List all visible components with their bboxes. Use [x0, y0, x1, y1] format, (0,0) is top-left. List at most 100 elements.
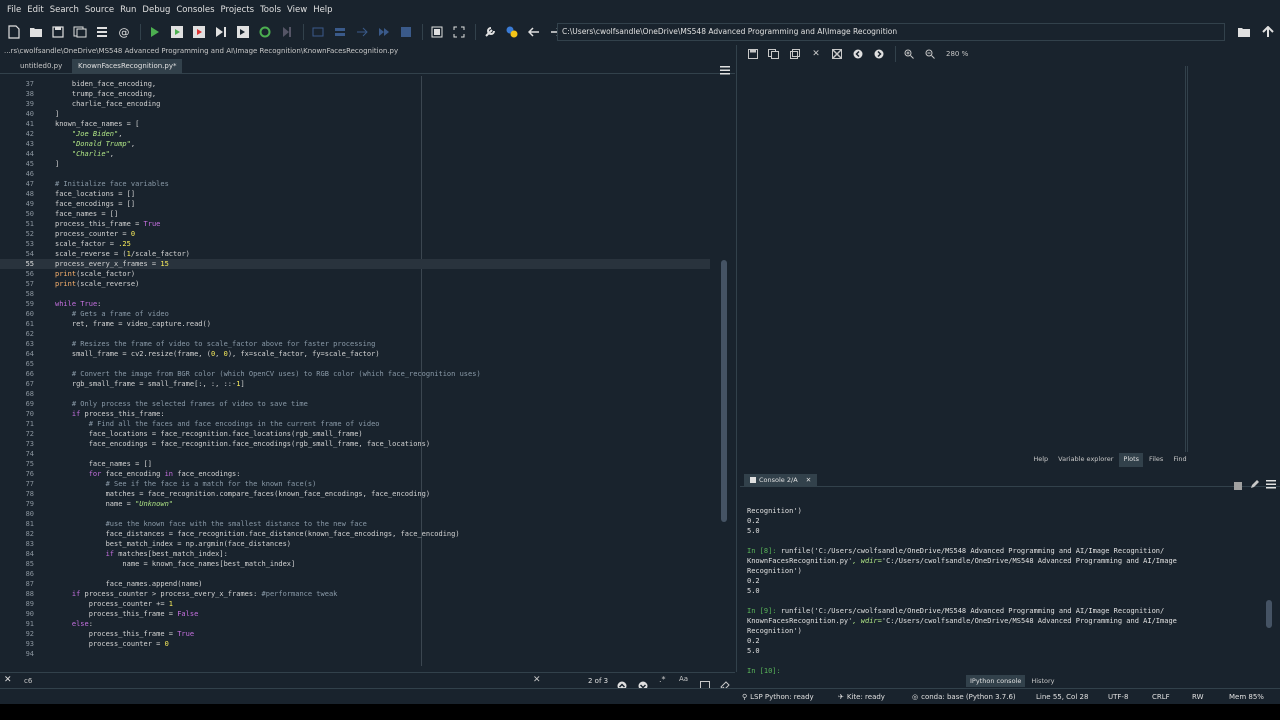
regex-toggle-icon[interactable]: .* — [659, 675, 666, 684]
code-line[interactable]: 44 "Charlie", — [0, 149, 710, 159]
code-line[interactable]: 45] — [0, 159, 710, 169]
fullscreen-icon[interactable] — [449, 22, 469, 42]
step-return-icon[interactable] — [352, 22, 372, 42]
tab-files[interactable]: Files — [1145, 453, 1167, 467]
debug-icon[interactable] — [277, 22, 297, 42]
next-plot-icon[interactable] — [870, 46, 888, 62]
save-all-plots-icon[interactable] — [765, 46, 783, 62]
code-line[interactable]: 57 print(scale_reverse) — [0, 279, 710, 289]
parent-directory-icon[interactable] — [1258, 22, 1278, 42]
code-line[interactable]: 59 while True: — [0, 299, 710, 309]
code-line[interactable]: 84 if matches[best_match_index]: — [0, 549, 710, 559]
code-line[interactable]: 53 scale_factor = .25 — [0, 239, 710, 249]
code-line[interactable]: 94 — [0, 649, 710, 659]
code-line[interactable]: 40] — [0, 109, 710, 119]
code-line[interactable]: 81 #use the known face with the smallest… — [0, 519, 710, 529]
code-line[interactable]: 42 "Joe Biden", — [0, 129, 710, 139]
code-line[interactable]: 50 face_names = [] — [0, 209, 710, 219]
tab-plots[interactable]: Plots — [1119, 453, 1144, 467]
code-line[interactable]: 72 face_locations = face_recognition.fac… — [0, 429, 710, 439]
back-arrow-icon[interactable] — [524, 22, 544, 42]
menu-source[interactable]: Source — [82, 5, 117, 15]
run-icon[interactable] — [145, 22, 165, 42]
code-line[interactable]: 54 scale_reverse = (1/scale_factor) — [0, 249, 710, 259]
case-sensitive-toggle-icon[interactable]: Aa — [679, 675, 688, 683]
step-into-icon[interactable] — [330, 22, 350, 42]
menu-consoles[interactable]: Consoles — [173, 5, 217, 15]
code-line[interactable]: 38 trump_face_encoding, — [0, 89, 710, 99]
clear-find-icon[interactable]: ✕ — [533, 675, 541, 685]
zoom-out-icon[interactable] — [921, 46, 939, 62]
code-line[interactable]: 68 — [0, 389, 710, 399]
code-line[interactable]: 66 # Convert the image from BGR color (w… — [0, 369, 710, 379]
step-icon[interactable] — [308, 22, 328, 42]
tab-history[interactable]: History — [1027, 675, 1058, 687]
code-line[interactable]: 47 # Initialize face variables — [0, 179, 710, 189]
code-line[interactable]: 79 name = "Unknown" — [0, 499, 710, 509]
remove-plot-icon[interactable]: ✕ — [807, 46, 825, 62]
continue-icon[interactable] — [374, 22, 394, 42]
tab-untitled0[interactable]: untitled0.py — [14, 59, 68, 73]
save-icon[interactable] — [48, 22, 68, 42]
save-all-icon[interactable] — [70, 22, 90, 42]
code-editor[interactable]: 37 biden_face_encoding, 38 trump_face_enc… — [0, 76, 735, 666]
code-line[interactable]: 71 # Find all the faces and face encodin… — [0, 419, 710, 429]
stop-icon[interactable] — [396, 22, 416, 42]
code-line[interactable]: 49 face_encodings = [] — [0, 199, 710, 209]
close-console-icon[interactable]: ✕ — [806, 476, 811, 484]
code-line[interactable]: 91 else: — [0, 619, 710, 629]
menu-edit[interactable]: Edit — [24, 5, 46, 15]
code-line[interactable]: 62 — [0, 329, 710, 339]
code-line[interactable]: 58 — [0, 289, 710, 299]
code-line[interactable]: 51 process_this_frame = True — [0, 219, 710, 229]
code-line[interactable]: 61 ret, frame = video_capture.read() — [0, 319, 710, 329]
code-line[interactable]: 70 if process_this_frame: — [0, 409, 710, 419]
code-line[interactable]: 74 — [0, 449, 710, 459]
plot-thumbnails[interactable] — [1187, 66, 1271, 452]
menu-run[interactable]: Run — [117, 5, 139, 15]
open-folder-icon[interactable] — [26, 22, 46, 42]
code-line[interactable]: 52 process_counter = 0 — [0, 229, 710, 239]
zoom-level[interactable]: 280 % — [946, 50, 968, 58]
console-scrollbar-thumb[interactable] — [1266, 600, 1272, 628]
code-line[interactable]: 37 biden_face_encoding, — [0, 79, 710, 89]
code-line[interactable]: 48 face_locations = [] — [0, 189, 710, 199]
code-line[interactable]: 78 matches = face_recognition.compare_fa… — [0, 489, 710, 499]
menu-debug[interactable]: Debug — [139, 5, 173, 15]
code-line[interactable]: 88 if process_counter > process_every_x_… — [0, 589, 710, 599]
code-line[interactable]: 90 process_this_frame = False — [0, 609, 710, 619]
run-cell-icon[interactable] — [189, 22, 209, 42]
code-line[interactable]: 60 # Gets a frame of video — [0, 309, 710, 319]
close-find-icon[interactable]: ✕ — [4, 675, 12, 685]
code-line[interactable]: 67 rgb_small_frame = small_frame[:, :, :… — [0, 379, 710, 389]
run-selection-icon[interactable] — [233, 22, 253, 42]
code-line[interactable]: 41 known_face_names = [ — [0, 119, 710, 129]
code-line[interactable]: 80 — [0, 509, 710, 519]
wrench-icon[interactable] — [480, 22, 500, 42]
plot-viewer[interactable] — [740, 66, 1186, 452]
copy-plot-icon[interactable] — [786, 46, 804, 62]
console-tab[interactable]: Console 2/A ✕ — [744, 474, 818, 486]
tab-known-faces-recognition[interactable]: KnownFacesRecognition.py* — [72, 59, 183, 73]
menu-tools[interactable]: Tools — [257, 5, 284, 15]
editor-scrollbar[interactable] — [721, 82, 727, 656]
ipython-console[interactable]: Recognition') 0.2 5.0 In [8]: runfile('C:/U… — [745, 488, 1265, 674]
find-input[interactable]: c6 — [24, 675, 544, 687]
new-file-icon[interactable] — [4, 22, 24, 42]
list-icon[interactable] — [92, 22, 112, 42]
menu-view[interactable]: View — [284, 5, 310, 15]
zoom-in-icon[interactable] — [900, 46, 918, 62]
conda-status[interactable]: ◎ conda: base (Python 3.7.6) — [912, 689, 1016, 705]
code-line[interactable]: 92 process_this_frame = True — [0, 629, 710, 639]
kite-status[interactable]: ✈ Kite: ready — [838, 689, 885, 705]
lsp-status[interactable]: ⚲ LSP Python: ready — [742, 689, 814, 705]
code-line[interactable]: 76 for face_encoding in face_encodings: — [0, 469, 710, 479]
code-line[interactable]: 85 name = known_face_names[best_match_in… — [0, 559, 710, 569]
code-line[interactable]: 55 process_every_x_frames = 15 — [0, 259, 710, 269]
code-line[interactable]: 64 small_frame = cv2.resize(frame, (0, 0… — [0, 349, 710, 359]
code-line[interactable]: 93 process_counter = 0 — [0, 639, 710, 649]
tab-find[interactable]: Find — [1169, 453, 1190, 467]
tab-ipython-console[interactable]: IPython console — [966, 675, 1026, 687]
remove-all-plots-icon[interactable] — [828, 46, 846, 62]
code-line[interactable]: 65 — [0, 359, 710, 369]
